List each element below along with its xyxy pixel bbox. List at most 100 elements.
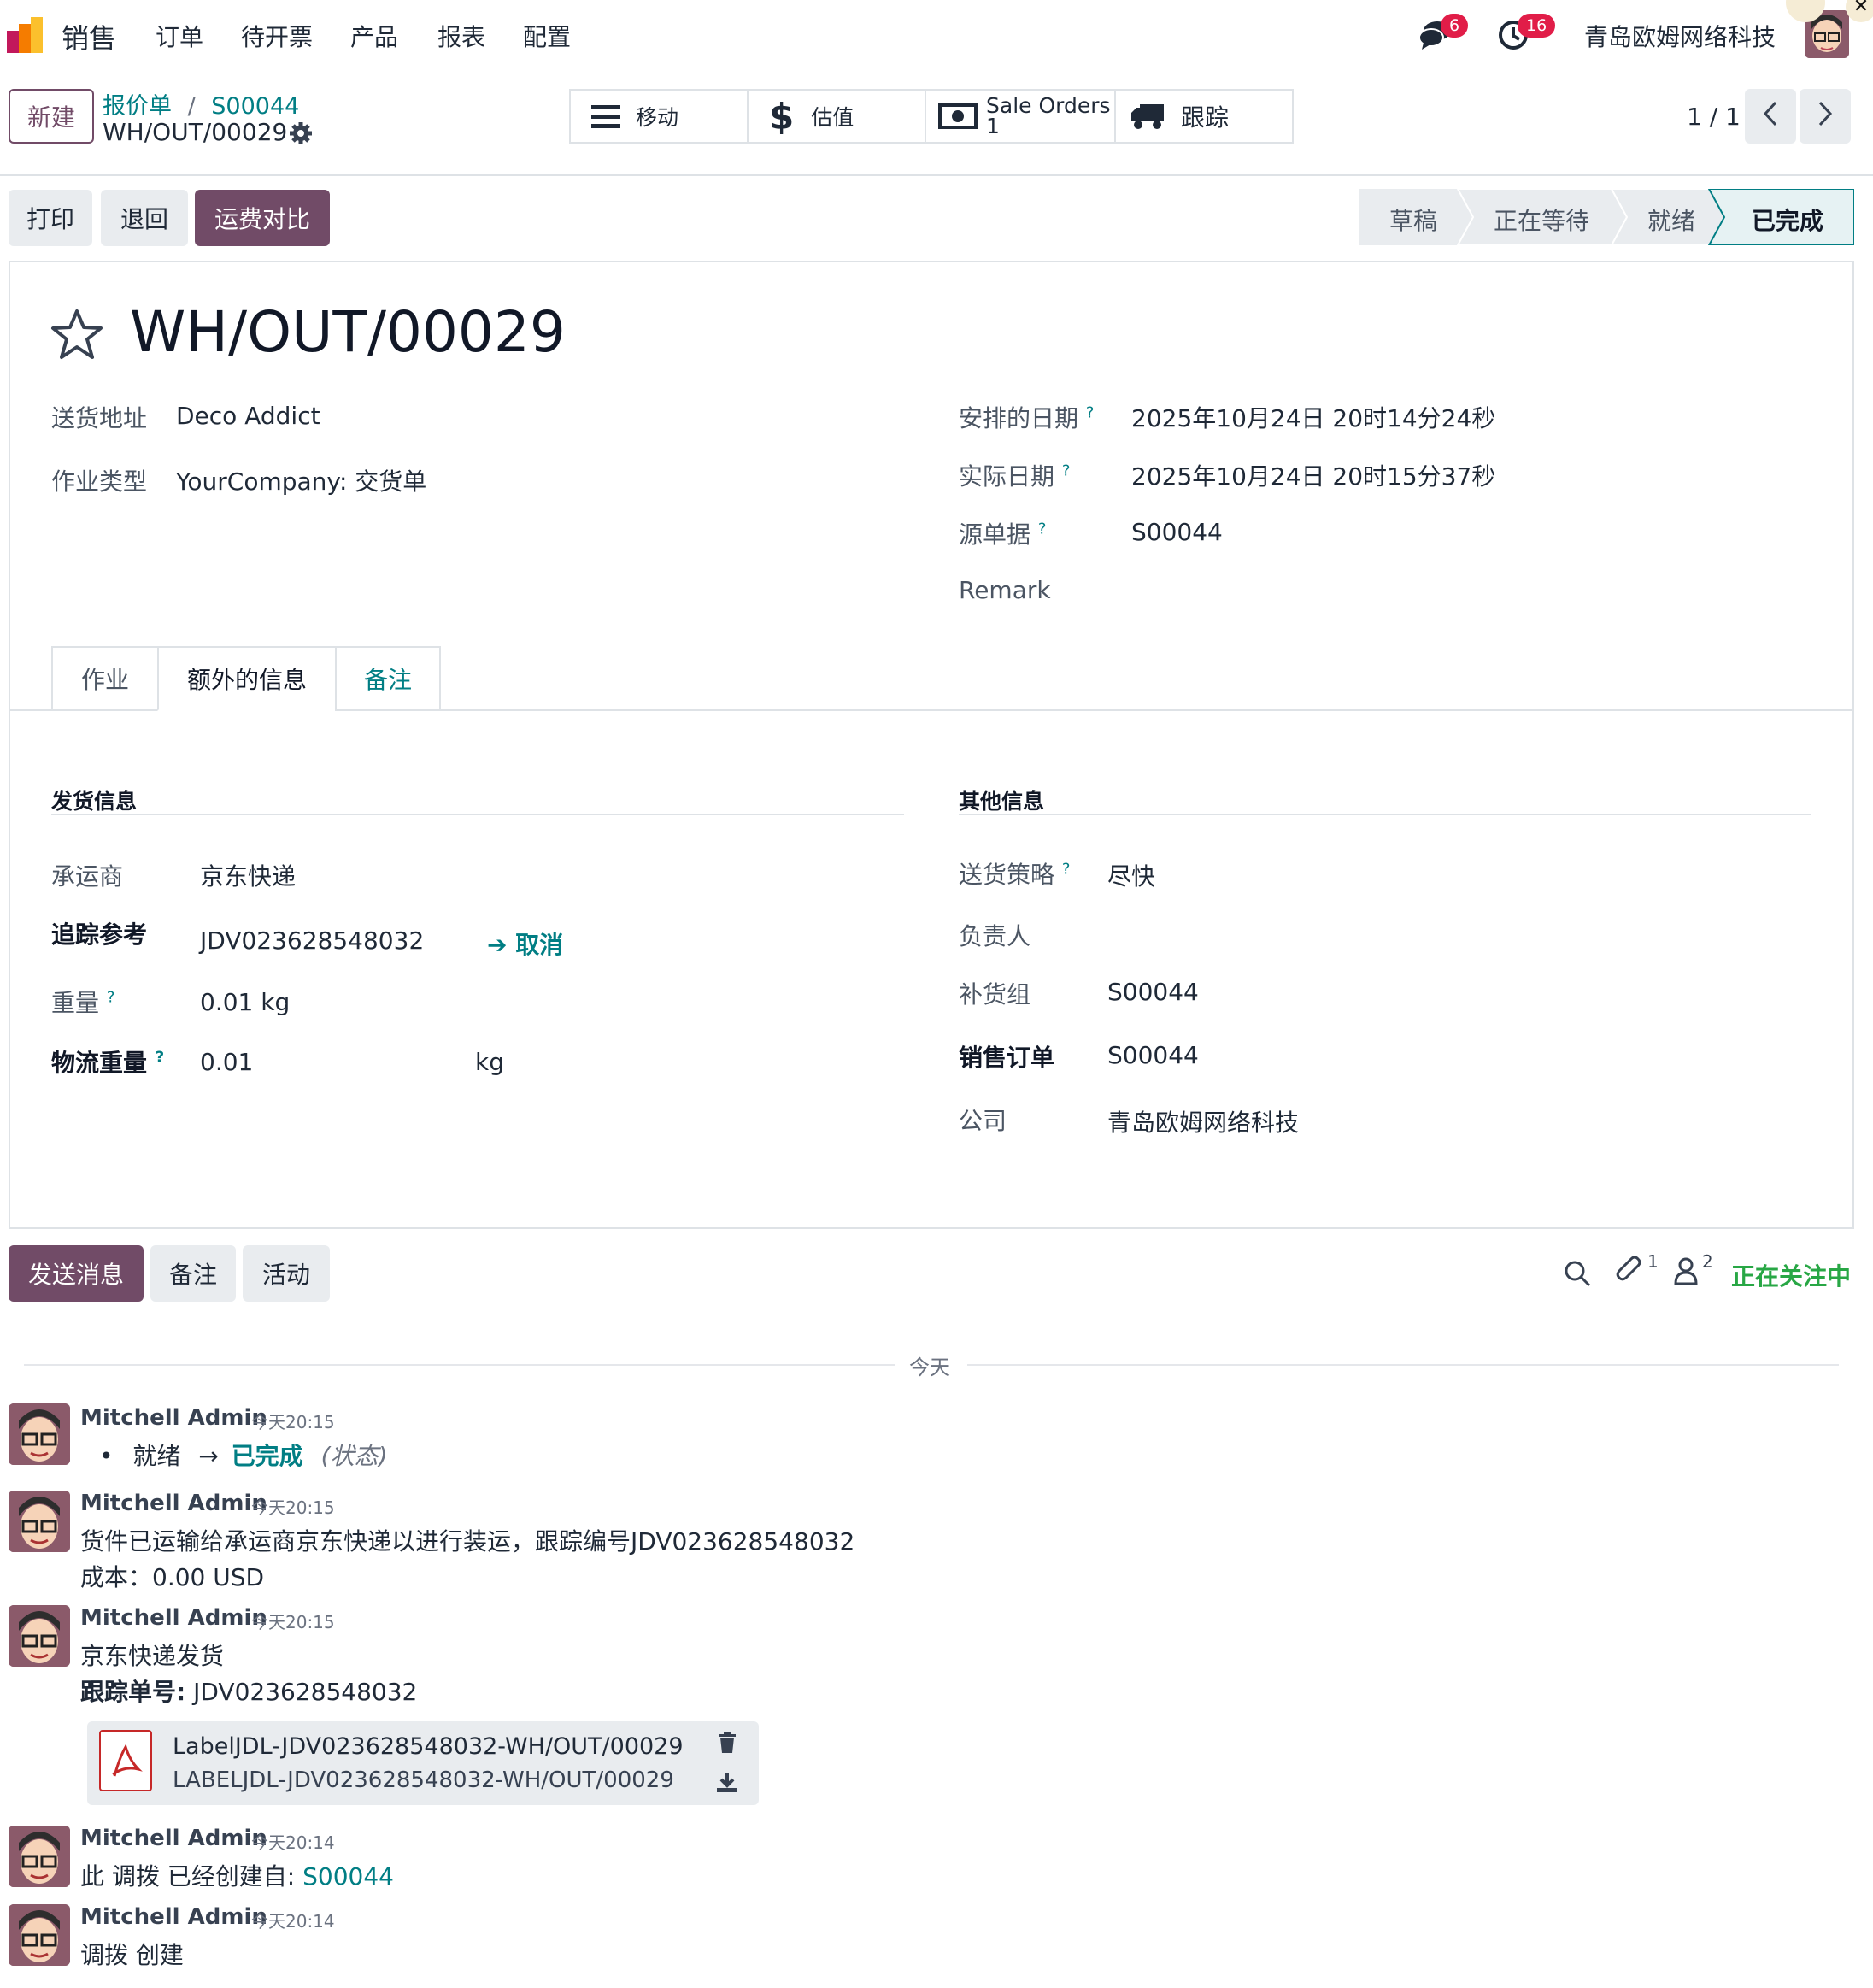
menu-products[interactable]: 产品: [350, 19, 398, 53]
message-author[interactable]: Mitchell Admin: [80, 1605, 267, 1631]
gear-icon[interactable]: [289, 121, 313, 149]
cancel-tracking-label: 取消: [515, 931, 564, 959]
followers-button[interactable]: 2: [1673, 1251, 1713, 1289]
tab-note[interactable]: 备注: [335, 646, 441, 711]
cancel-tracking-button[interactable]: ➔ 取消: [487, 926, 563, 961]
weight-value: 0.01 kg: [200, 988, 291, 1016]
breadcrumb-separator: /: [187, 93, 196, 120]
source-document-value[interactable]: S00044: [1131, 518, 1223, 546]
activities-badge: 16: [1518, 14, 1556, 38]
operation-type-value[interactable]: YourCompany: 交货单: [176, 463, 426, 497]
app-name[interactable]: 销售: [62, 17, 116, 56]
weight-label: 重量 ?: [51, 988, 115, 1017]
new-button[interactable]: 新建: [9, 89, 94, 144]
status-done[interactable]: 已完成: [1752, 203, 1823, 237]
activity-button[interactable]: 活动: [243, 1245, 330, 1302]
message-author[interactable]: Mitchell Admin: [80, 1904, 267, 1930]
menu-to-invoice[interactable]: 待开票: [241, 19, 313, 53]
menu-reporting[interactable]: 报表: [437, 19, 485, 53]
sale-orders-smart-button[interactable]: Sale Orders 1: [926, 89, 1116, 144]
message-time: 今天20:15: [251, 1412, 335, 1432]
tab-operations[interactable]: 作业: [51, 646, 159, 711]
attachment-card[interactable]: LabelJDL-JDV023628548032-WH/OUT/00029 LA…: [87, 1721, 759, 1805]
pager-next-button[interactable]: [1800, 89, 1851, 144]
delivery-address-value[interactable]: Deco Addict: [176, 402, 320, 430]
search-icon[interactable]: [1564, 1260, 1591, 1291]
delivery-address-label: 送货地址: [51, 404, 148, 432]
breadcrumb-quotations[interactable]: 报价单: [103, 93, 172, 120]
attachments-count: 1: [1647, 1251, 1659, 1272]
valuation-label: 估值: [811, 105, 854, 130]
sale-orders-label: Sale Orders: [986, 93, 1111, 118]
print-button[interactable]: 打印: [9, 190, 92, 246]
message-author[interactable]: Mitchell Admin: [80, 1826, 267, 1851]
arrow-right-icon: ➔: [487, 931, 508, 959]
pager-value[interactable]: 1 / 1: [1687, 103, 1741, 131]
menu-orders[interactable]: 订单: [156, 19, 203, 53]
message-body: 京东快递发货: [80, 1642, 225, 1670]
move-smart-button[interactable]: 移动: [571, 89, 749, 144]
tab-additional-info[interactable]: 额外的信息: [157, 646, 337, 711]
delivery-policy-value[interactable]: 尽快: [1107, 858, 1155, 892]
messages-badge: 6: [1441, 14, 1469, 38]
menu-configuration[interactable]: 配置: [523, 19, 571, 53]
avatar[interactable]: [9, 1904, 70, 1966]
avatar[interactable]: [9, 1826, 70, 1887]
scheduled-date-value[interactable]: 2025年10月24日 20时14分24秒: [1131, 400, 1495, 434]
status-waiting[interactable]: 正在等待: [1494, 203, 1589, 237]
source-order-link[interactable]: S00044: [302, 1862, 394, 1891]
company-switcher[interactable]: 青岛欧姆网络科技: [1584, 19, 1776, 53]
following-button[interactable]: 正在关注中: [1731, 1258, 1851, 1292]
attachment-subtitle: LABELJDL-JDV023628548032-WH/OUT/00029: [173, 1767, 674, 1793]
tracking-smart-button[interactable]: 跟踪: [1116, 89, 1292, 144]
status-draft[interactable]: 草稿: [1389, 203, 1437, 237]
effective-date-value[interactable]: 2025年10月24日 20时15分37秒: [1131, 458, 1495, 492]
pager-previous-button[interactable]: [1745, 89, 1796, 144]
shipping-weight-label: 物流重量 ?: [51, 1048, 165, 1077]
send-message-button[interactable]: 发送消息: [9, 1245, 144, 1302]
tracking-number-value: JDV023628548032: [185, 1678, 418, 1706]
breadcrumb: 报价单 / S00044: [103, 87, 299, 121]
message-author[interactable]: Mitchell Admin: [80, 1405, 267, 1431]
app-logo-icon[interactable]: [7, 15, 46, 55]
message-time: 今天20:15: [251, 1612, 335, 1632]
activities-button[interactable]: 16: [1497, 14, 1556, 55]
message-time: 今天20:15: [251, 1497, 335, 1518]
valuation-smart-button[interactable]: $ 估值: [749, 89, 926, 144]
messages-button[interactable]: 6: [1418, 14, 1469, 55]
statusbar: 草稿 正在等待 就绪 已完成: [1359, 189, 1854, 245]
avatar[interactable]: [9, 1605, 70, 1667]
close-icon[interactable]: ✕: [1846, 0, 1873, 22]
message-body: 成本：0.00 USD: [80, 1563, 265, 1591]
paperclip-icon: [1615, 1256, 1644, 1289]
old-status: 就绪: [132, 1442, 181, 1470]
pdf-icon: [99, 1730, 152, 1791]
star-icon[interactable]: [50, 308, 104, 364]
return-button[interactable]: 退回: [101, 190, 188, 246]
shipping-weight-input[interactable]: 0.01: [200, 1048, 253, 1076]
freight-compare-button[interactable]: 运费对比: [195, 190, 330, 246]
chevron-left-icon: [1763, 101, 1778, 132]
other-info-title: 其他信息: [959, 789, 1045, 814]
company-value[interactable]: 青岛欧姆网络科技: [1107, 1104, 1299, 1138]
breadcrumb-order[interactable]: S00044: [211, 93, 299, 120]
sale-order-label: 销售订单: [959, 1044, 1055, 1072]
download-icon[interactable]: [716, 1771, 738, 1797]
avatar[interactable]: [9, 1491, 70, 1552]
log-note-button[interactable]: 备注: [150, 1245, 236, 1302]
procurement-group-value[interactable]: S00044: [1107, 978, 1199, 1006]
move-label: 移动: [636, 105, 679, 130]
status-ready[interactable]: 就绪: [1647, 203, 1695, 237]
attachments-button[interactable]: 1: [1615, 1251, 1659, 1289]
carrier-value[interactable]: 京东快递: [200, 858, 296, 892]
message-time: 今天20:14: [251, 1911, 335, 1932]
message-body: 此 调拨 已经创建自: S00044: [80, 1858, 394, 1892]
message-body: 跟踪单号: JDV023628548032: [80, 1673, 417, 1708]
tracking-reference-value[interactable]: JDV023628548032: [200, 926, 424, 955]
avatar[interactable]: [9, 1403, 70, 1465]
trash-icon[interactable]: [718, 1732, 737, 1757]
message-author[interactable]: Mitchell Admin: [80, 1491, 267, 1516]
sale-order-value: S00044: [1107, 1041, 1199, 1069]
attachment-name[interactable]: LabelJDL-JDV023628548032-WH/OUT/00029: [173, 1733, 684, 1760]
message-body: 货件已运输给承运商京东快递以进行装运，跟踪编号JDV023628548032: [80, 1527, 855, 1556]
